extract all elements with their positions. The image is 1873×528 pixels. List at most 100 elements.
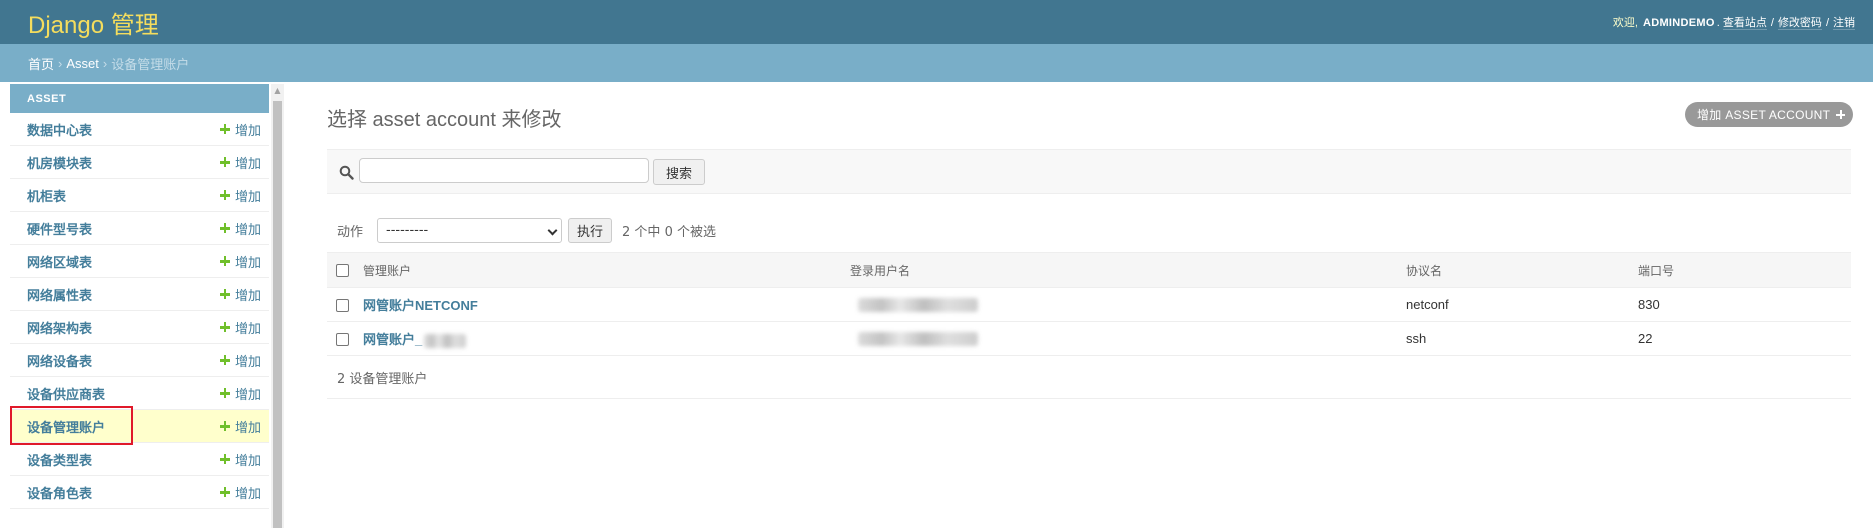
sidebar-item-room-module: 机房模块表 增加 [10,146,269,179]
table-header-row: 管理账户 登录用户名 协议名 端口号 [327,252,1851,288]
sidebar-item-label[interactable]: 设备类型表 [27,450,92,469]
add-label: 增加 [234,320,261,336]
sidebar-item-device-role: 设备角色表 增加 [10,476,269,509]
login-username-cell [850,321,1406,356]
add-icon [219,124,230,134]
column-header-account[interactable]: 管理账户 [363,252,850,288]
selection-counter: 2 个中 0 个被选 [622,225,716,240]
sidebar-item-network-attribute: 网络属性表 增加 [10,278,269,311]
sidebar-item-hardware-model: 硬件型号表 增加 [10,212,269,245]
sidebar-item-network-architecture: 网络架构表 增加 [10,311,269,344]
actions-bar: 动作 --------- 执行 2 个中 0 个被选 [327,217,716,244]
add-icon [219,289,230,299]
protocol-cell: netconf [1406,287,1638,322]
breadcrumb-home[interactable]: 首页 [28,54,54,73]
table-row: 网管账户_ ssh 22 [327,321,1851,356]
sidebar-item-label[interactable]: 硬件型号表 [27,219,92,238]
sidebar-item-device-type: 设备类型表 增加 [10,443,269,476]
sidebar-add-link[interactable]: 增加 [219,450,261,469]
change-password-link[interactable]: 修改密码 [1777,17,1822,30]
sidebar-item-label[interactable]: 设备管理账户 [27,417,105,436]
redacted-blur [858,298,978,313]
add-icon [219,355,230,365]
sidebar-item-cabinet: 机柜表 增加 [10,179,269,212]
sidebar-item-label[interactable]: 网络属性表 [27,285,92,304]
scrollbar-thumb[interactable] [273,101,282,528]
action-select[interactable]: --------- [377,218,563,243]
search-button[interactable]: 搜索 [653,159,706,185]
sidebar-item-label[interactable]: 网络架构表 [27,318,92,337]
username: ADMINDEMO [1642,17,1715,29]
sidebar-add-link[interactable]: 增加 [219,153,261,172]
add-icon [219,454,230,464]
login-username-cell [850,287,1406,322]
add-label: 增加 [234,287,261,303]
add-asset-account-button[interactable]: 增加 ASSET ACCOUNT [1685,102,1854,127]
run-action-button[interactable]: 执行 [568,218,613,243]
search-toolbar: 搜索 [327,149,1851,194]
add-icon [219,388,230,398]
sidebar-item-label[interactable]: 数据中心表 [27,120,92,139]
sidebar-add-link[interactable]: 增加 [219,186,261,205]
logout-link[interactable]: 注销 [1833,17,1855,30]
account-link[interactable]: 网管账户_ [363,332,467,348]
view-site-link[interactable]: 查看站点 [1722,17,1767,30]
sidebar-item-label[interactable]: 网络区域表 [27,252,92,271]
sidebar-item-vendor: 设备供应商表 增加 [10,377,269,410]
row-checkbox[interactable] [336,333,349,347]
sidebar-item-network-device: 网络设备表 增加 [10,344,269,377]
add-label: 增加 [234,353,261,369]
action-select-value: --------- [386,223,429,238]
sidebar-add-link[interactable]: 增加 [219,351,261,370]
paginator: 2 设备管理账户 [327,355,1851,399]
column-header-login-username[interactable]: 登录用户名 [850,252,1406,288]
sidebar-item-label[interactable]: 设备角色表 [27,483,92,502]
app-caption-asset[interactable]: ASSET [10,84,269,113]
site-branding[interactable]: Django 管理 [28,5,159,40]
sidebar-add-link[interactable]: 增加 [219,120,261,139]
search-input[interactable] [359,158,649,183]
sidebar-add-link[interactable]: 增加 [219,285,261,304]
welcome-text: 欢迎, [1612,17,1638,29]
add-icon [219,157,230,167]
account-link[interactable]: 网管账户NETCONF [363,298,478,313]
account-link-label: 网管账户_ [363,332,423,347]
row-checkbox-cell [327,287,363,322]
add-label: 增加 [234,155,261,171]
add-label: 增加 [234,188,261,204]
sidebar-add-link[interactable]: 增加 [219,318,261,337]
add-icon [219,487,230,497]
breadcrumb-separator: › [58,55,63,71]
search-icon [339,165,354,180]
sidebar-item-datacenter: 数据中心表 增加 [10,113,269,146]
add-label: 增加 [234,452,261,468]
chevron-down-icon [547,225,558,236]
add-label: 增加 [234,221,261,237]
sidebar-add-link[interactable]: 增加 [219,384,261,403]
nav-sidebar: ASSET 数据中心表 增加 机房模块表 增加 机柜表 增加 硬件型号表 增加 … [10,84,269,528]
row-checkbox[interactable] [336,299,349,313]
sidebar-add-link[interactable]: 增加 [219,219,261,238]
redacted-blur [858,332,978,347]
result-table: 管理账户 登录用户名 协议名 端口号 网管账户NETCONF netconf 8… [327,252,1851,356]
sidebar-item-label[interactable]: 机柜表 [27,186,66,205]
breadcrumb-separator: › [102,55,108,71]
breadcrumb-app[interactable]: Asset [66,56,99,71]
sidebar-item-network-zone: 网络区域表 增加 [10,245,269,278]
column-header-protocol[interactable]: 协议名 [1406,252,1638,288]
redacted-blur [424,333,467,348]
sidebar-item-label[interactable]: 设备供应商表 [27,384,105,403]
scroll-up-arrow-icon[interactable]: ▲ [271,86,284,98]
port-cell: 830 [1638,287,1851,322]
sidebar-item-label[interactable]: 机房模块表 [27,153,92,172]
column-header-port[interactable]: 端口号 [1638,252,1851,288]
add-label: 增加 [234,419,261,435]
sidebar-add-link[interactable]: 增加 [219,483,261,502]
account-name-cell: 网管账户_ [363,321,850,356]
account-name-cell: 网管账户NETCONF [363,287,850,322]
sidebar-item-label[interactable]: 网络设备表 [27,351,92,370]
sidebar-add-link[interactable]: 增加 [219,252,261,271]
plus-icon [1836,110,1846,119]
select-all-checkbox[interactable] [336,264,349,277]
sidebar-add-link[interactable]: 增加 [219,417,261,436]
